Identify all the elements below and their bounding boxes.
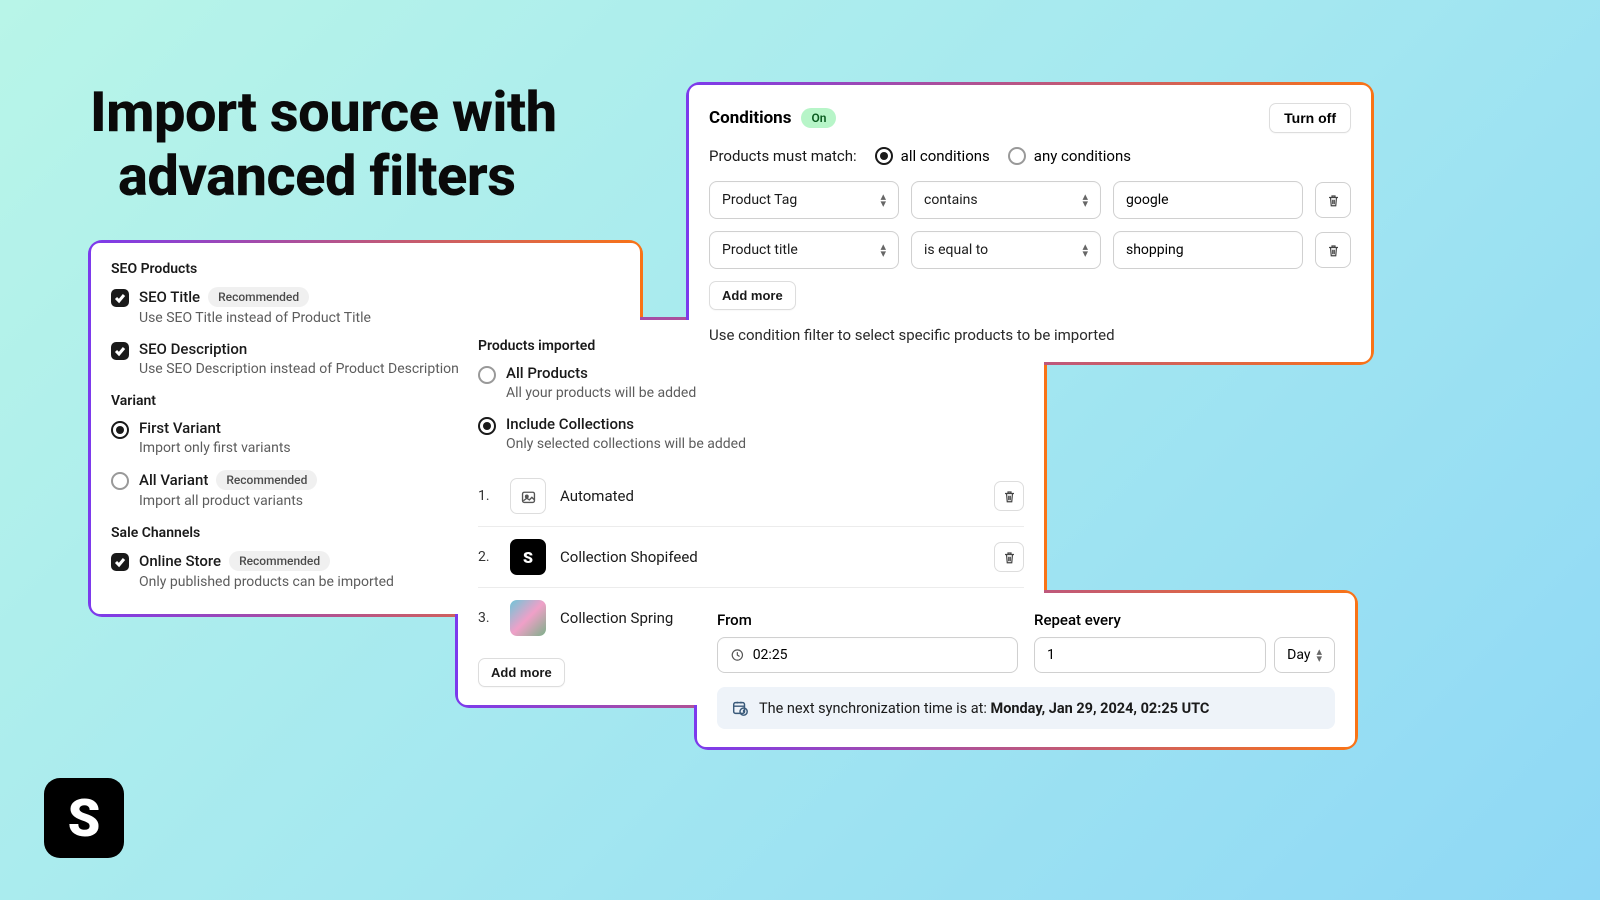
- seo-desc-checkbox[interactable]: [111, 342, 129, 360]
- chevron-updown-icon: ▴▾: [880, 194, 886, 207]
- all-conditions-radio[interactable]: [875, 147, 893, 165]
- next-sync-text: The next synchronization time is at: Mon…: [759, 700, 1209, 717]
- chevron-updown-icon: ▴▾: [1316, 649, 1322, 662]
- first-variant-radio[interactable]: [111, 421, 129, 439]
- delete-collection-button[interactable]: [994, 481, 1024, 511]
- all-products-desc: All your products will be added: [506, 385, 1024, 401]
- collection-thumb-icon: [510, 600, 546, 636]
- include-collections-desc: Only selected collections will be added: [506, 436, 1024, 452]
- seo-section-title: SEO Products: [111, 261, 620, 277]
- collection-index: 1.: [478, 488, 496, 504]
- online-store-checkbox[interactable]: [111, 553, 129, 571]
- from-time-input[interactable]: [717, 637, 1018, 673]
- all-products-label: All Products: [506, 364, 588, 382]
- conditions-panel: Conditions On Turn off Products must mat…: [686, 82, 1374, 365]
- all-variant-radio[interactable]: [111, 472, 129, 490]
- seo-title-checkbox[interactable]: [111, 289, 129, 307]
- collection-auto-icon: [510, 478, 546, 514]
- chevron-updown-icon: ▴▾: [1082, 244, 1088, 257]
- any-conditions-radio[interactable]: [1008, 147, 1026, 165]
- online-store-label: Online Store: [139, 552, 221, 570]
- hero-line2: advanced filters: [90, 144, 557, 208]
- any-conditions-label: any conditions: [1034, 147, 1131, 165]
- collection-name: Collection Shopifeed: [560, 548, 980, 566]
- turn-off-button[interactable]: Turn off: [1269, 103, 1351, 133]
- condition-row: Product title ▴▾ is equal to ▴▾: [709, 231, 1351, 269]
- repeat-value-input[interactable]: [1034, 637, 1266, 673]
- repeat-label: Repeat every: [1034, 611, 1335, 629]
- clock-icon: [730, 647, 745, 663]
- recommended-badge: Recommended: [208, 287, 309, 307]
- delete-condition-button[interactable]: [1315, 182, 1351, 218]
- chevron-updown-icon: ▴▾: [1082, 194, 1088, 207]
- first-variant-label: First Variant: [139, 419, 221, 437]
- add-more-collection-button[interactable]: Add more: [478, 658, 565, 687]
- seo-title-label: SEO Title: [139, 288, 200, 306]
- collection-index: 2.: [478, 549, 496, 565]
- seo-desc-label: SEO Description: [139, 340, 247, 358]
- hero-title: Import source with advanced filters: [90, 80, 557, 209]
- recommended-badge: Recommended: [229, 551, 330, 571]
- conditions-status-badge: On: [801, 108, 836, 128]
- calendar-clock-icon: [731, 699, 749, 717]
- all-conditions-label: all conditions: [901, 147, 990, 165]
- condition-field-select[interactable]: Product title ▴▾: [709, 231, 899, 269]
- collection-item: 2. S Collection Shopifeed: [478, 527, 1024, 588]
- app-logo: S: [44, 778, 124, 858]
- from-label: From: [717, 611, 1018, 629]
- condition-value-input[interactable]: [1113, 181, 1303, 219]
- repeat-unit-select[interactable]: Day ▴▾: [1274, 637, 1335, 673]
- chevron-updown-icon: ▴▾: [880, 244, 886, 257]
- hero-line1: Import source with: [90, 79, 557, 145]
- all-variant-label: All Variant: [139, 471, 208, 489]
- delete-collection-button[interactable]: [994, 542, 1024, 572]
- condition-row: Product Tag ▴▾ contains ▴▾: [709, 181, 1351, 219]
- conditions-title: Conditions: [709, 108, 791, 128]
- condition-field-select[interactable]: Product Tag ▴▾: [709, 181, 899, 219]
- collection-thumb-icon: S: [510, 539, 546, 575]
- delete-condition-button[interactable]: [1315, 232, 1351, 268]
- schedule-panel: From Repeat every Day ▴▾ The next synchr…: [694, 590, 1358, 750]
- recommended-badge: Recommended: [216, 470, 317, 490]
- include-collections-radio[interactable]: [478, 417, 496, 435]
- condition-value-input[interactable]: [1113, 231, 1303, 269]
- match-label: Products must match:: [709, 147, 857, 165]
- collection-index: 3.: [478, 610, 496, 626]
- include-collections-label: Include Collections: [506, 415, 634, 433]
- next-sync-banner: The next synchronization time is at: Mon…: [717, 687, 1335, 729]
- conditions-note: Use condition filter to select specific …: [709, 326, 1351, 344]
- all-products-radio[interactable]: [478, 366, 496, 384]
- condition-operator-select[interactable]: contains ▴▾: [911, 181, 1101, 219]
- add-more-condition-button[interactable]: Add more: [709, 281, 796, 310]
- collection-item: 1. Automated: [478, 466, 1024, 527]
- condition-operator-select[interactable]: is equal to ▴▾: [911, 231, 1101, 269]
- collection-name: Automated: [560, 487, 980, 505]
